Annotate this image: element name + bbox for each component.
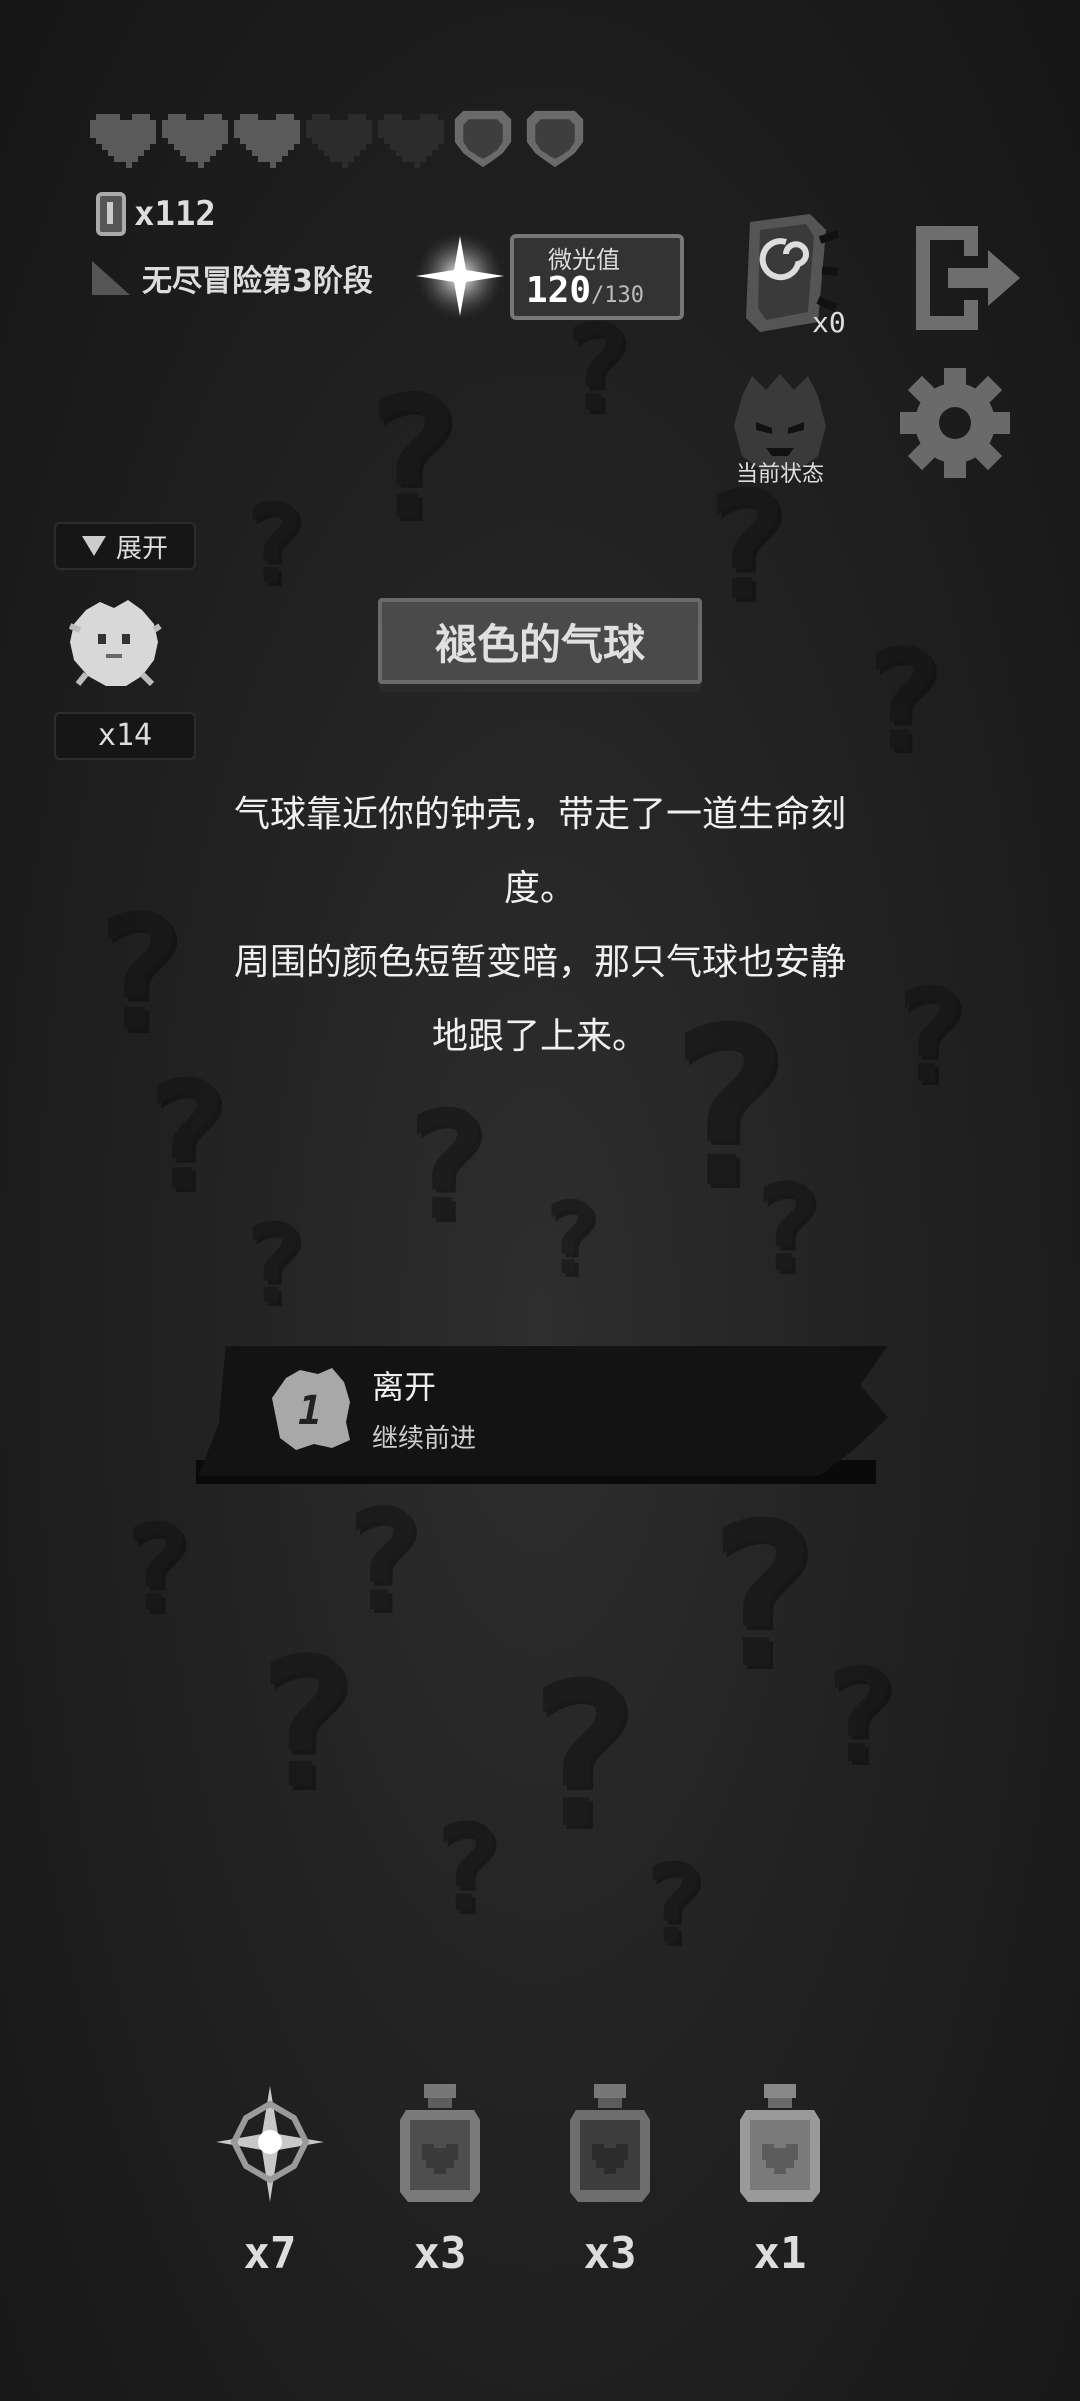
question-mark-decoration: ?	[90, 880, 187, 1067]
question-mark-decoration: ?	[400, 1080, 491, 1254]
health-bar	[90, 108, 588, 170]
item-count: x3	[583, 2228, 637, 2279]
shield-icon	[526, 110, 584, 168]
heart-potion-icon	[400, 2084, 480, 2202]
item-bar: x7 x3 x3 x1	[200, 2080, 860, 2300]
question-mark-decoration: ?	[250, 1620, 359, 1829]
expand-label: 展开	[115, 533, 168, 564]
item-count: x3	[413, 2228, 467, 2279]
choice-sublabel: 继续前进	[372, 1424, 477, 1454]
event-title: 褪色的气球	[378, 598, 702, 684]
question-mark-decoration: ?	[890, 960, 969, 1112]
question-mark-decoration: ?	[240, 1200, 307, 1328]
question-mark-decoration: ?	[360, 360, 463, 558]
item-slot-potion[interactable]: x1	[720, 2080, 840, 2279]
item-count: x7	[243, 2228, 297, 2279]
game-screen: ? ? ? ? ? ? ? ? ? ? ? ? ? ? ? ? ? ? ? ? …	[0, 0, 1080, 2401]
heart-empty-icon	[306, 114, 372, 168]
question-mark-decoration: ?	[640, 1840, 707, 1968]
item-slot-potion[interactable]: x3	[380, 2080, 500, 2279]
shield-icon	[454, 110, 512, 168]
settings-gear-icon[interactable]	[898, 366, 1012, 480]
heart-full-icon	[234, 114, 300, 168]
heart-potion-icon	[570, 2084, 650, 2202]
swirl-count: x0	[812, 306, 846, 339]
description-line: 气球靠近你的钟壳，带走了一道生命刻	[233, 794, 846, 835]
event-description: 气球靠近你的钟壳，带走了一道生命刻 度。 周围的颜色短暂变暗，那只气球也安静 地…	[180, 778, 900, 1074]
heart-potion-icon	[740, 2084, 820, 2202]
question-mark-decoration: ?	[520, 1640, 641, 1873]
sparkle-star-icon	[216, 2086, 324, 2202]
question-mark-decoration: ?	[750, 1160, 823, 1299]
coin-icon	[96, 192, 126, 236]
stage-indicator: 无尽冒险第3阶段	[92, 256, 373, 300]
pet-count: x14	[54, 712, 196, 760]
coin-count: x112	[134, 194, 216, 234]
item-count: x1	[753, 2228, 807, 2279]
glow-meter: 微光值 120/130	[410, 230, 684, 322]
stage-label: 无尽冒险第3阶段	[142, 264, 373, 299]
glow-max: /130	[591, 283, 645, 308]
status-label: 当前状态	[735, 462, 824, 487]
description-line: 地跟了上来。	[431, 1016, 648, 1057]
glow-current: 120	[526, 270, 592, 311]
coin-counter: x112	[96, 192, 216, 236]
stage-flag-icon	[92, 261, 130, 295]
triangle-down-icon	[81, 536, 106, 556]
question-mark-decoration: ?	[340, 1480, 425, 1643]
question-mark-decoration: ?	[430, 1800, 503, 1939]
fluffy-pet-icon[interactable]	[66, 596, 162, 690]
question-mark-decoration: ?	[540, 1180, 601, 1297]
glow-star-icon	[416, 232, 504, 320]
glow-value: 120/130	[526, 270, 644, 311]
description-line: 度。	[503, 868, 576, 909]
item-slot-potion[interactable]: x3	[550, 2080, 670, 2279]
choice-number: 1	[298, 1388, 322, 1434]
question-mark-decoration: ?	[240, 480, 307, 608]
choice-number-badge[interactable]: 1	[270, 1364, 354, 1452]
choice-label[interactable]: 离开	[372, 1362, 436, 1408]
exit-button[interactable]	[908, 222, 1026, 334]
heart-full-icon	[162, 114, 228, 168]
question-mark-decoration: ?	[120, 1500, 193, 1639]
expand-button[interactable]: 展开	[54, 522, 196, 570]
question-mark-decoration: ?	[140, 1050, 231, 1224]
description-line: 周围的颜色短暂变暗，那只气球也安静	[233, 942, 846, 983]
heart-empty-icon	[378, 114, 444, 168]
question-mark-decoration: ?	[820, 1640, 899, 1792]
question-mark-decoration: ?	[860, 620, 945, 783]
question-mark-decoration: ?	[700, 1480, 821, 1713]
heart-full-icon	[90, 114, 156, 168]
item-slot-sparkle[interactable]: x7	[210, 2080, 330, 2279]
